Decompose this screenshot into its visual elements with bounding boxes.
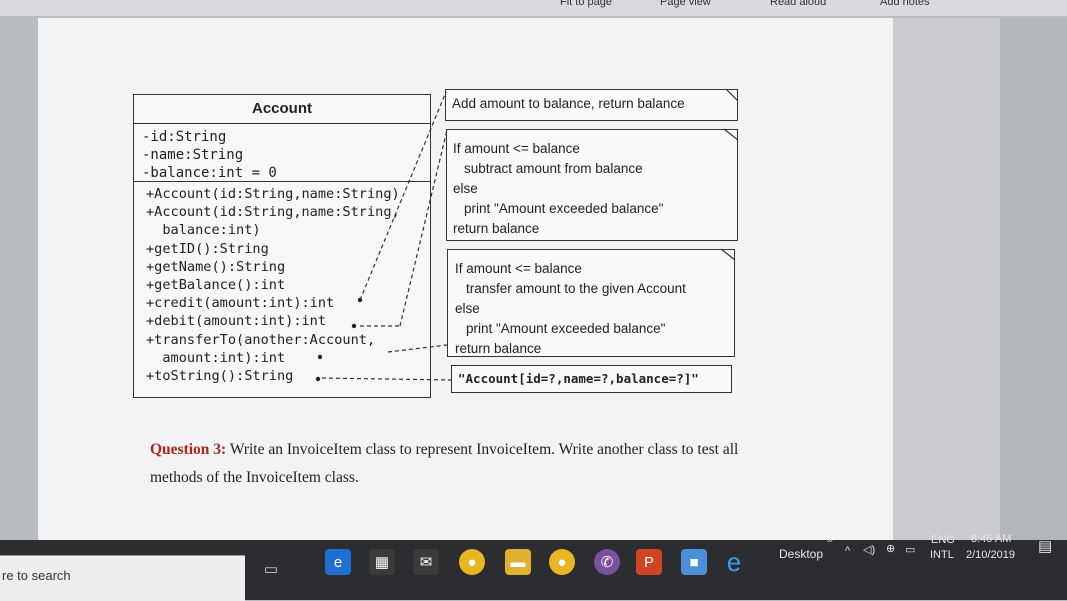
language-top[interactable]: ENG bbox=[931, 534, 955, 546]
battery-icon[interactable]: ▭ bbox=[905, 543, 915, 556]
box-icon[interactable]: ■ bbox=[681, 549, 707, 575]
chrome-icon[interactable]: ● bbox=[459, 549, 485, 575]
file-explorer-icon[interactable]: ▬ bbox=[505, 549, 531, 575]
question-label: Question 3: bbox=[150, 441, 227, 458]
transfer-connector bbox=[387, 344, 448, 353]
internet-explorer-icon[interactable]: e bbox=[721, 547, 747, 577]
debit-connector bbox=[399, 129, 448, 327]
viber-icon[interactable]: ✆ bbox=[594, 549, 620, 575]
connector-lines bbox=[315, 88, 739, 382]
network-icon[interactable]: ⊕ bbox=[886, 542, 895, 555]
tray-chevron-up-icon[interactable]: ^ bbox=[845, 545, 850, 557]
chevron-right-icon[interactable]: » bbox=[827, 534, 833, 546]
mail-icon[interactable]: ✉ bbox=[413, 549, 439, 575]
search-placeholder: re to search bbox=[2, 568, 71, 583]
question-text: Write an InvoiceItem class to represent … bbox=[150, 441, 739, 486]
notification-icon[interactable]: ▤ bbox=[1038, 537, 1052, 555]
edge-icon[interactable]: e bbox=[325, 549, 351, 575]
store-icon[interactable]: ▦ bbox=[369, 549, 395, 575]
note-credit-corner bbox=[725, 88, 739, 102]
tostring-connector bbox=[321, 377, 453, 381]
desktop-toolbar-label[interactable]: Desktop bbox=[779, 547, 823, 561]
chrome-icon[interactable]: ● bbox=[549, 549, 575, 575]
powerpoint-icon[interactable]: P bbox=[636, 549, 662, 575]
search-box[interactable]: re to search bbox=[0, 555, 245, 601]
volume-icon[interactable]: ◁) bbox=[863, 543, 875, 556]
language-bottom[interactable]: INTL bbox=[930, 549, 954, 561]
question-paragraph: Question 3: Write an InvoiceItem class t… bbox=[150, 436, 790, 492]
credit-connector bbox=[359, 91, 447, 301]
clock-date[interactable]: 2/10/2019 bbox=[966, 549, 1015, 561]
task-view-icon[interactable]: ▭ bbox=[258, 556, 284, 582]
clock-time[interactable]: 8:45 AM bbox=[971, 533, 1011, 545]
